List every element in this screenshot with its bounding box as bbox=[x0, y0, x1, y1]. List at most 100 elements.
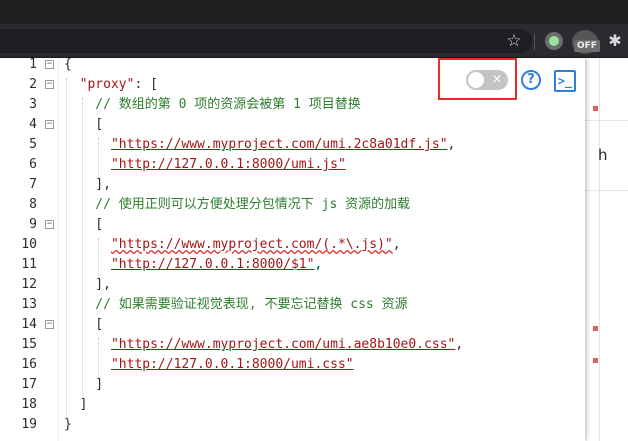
code-line: 19} bbox=[0, 415, 585, 435]
code-line: 15 "https://www.myproject.com/umi.ae8b10… bbox=[0, 335, 585, 355]
code-text: } bbox=[64, 415, 72, 435]
code-token: "http://127.0.0.1:8000/$1" bbox=[110, 257, 315, 272]
code-line: 5 "https://www.myproject.com/umi.2c8a01d… bbox=[0, 135, 585, 155]
status-dot-icon bbox=[549, 36, 559, 46]
code-token: [ bbox=[64, 317, 104, 332]
browser-toolbar: ☆ ✱ bbox=[0, 24, 628, 58]
code-token: "proxy" bbox=[64, 77, 135, 92]
code-text: "proxy": [ bbox=[64, 75, 158, 95]
code-token: { bbox=[64, 58, 72, 72]
code-text: // 使用正则可以方便处理分包情况下 js 资源的加载 bbox=[64, 195, 410, 215]
line-number: 5 bbox=[29, 137, 37, 152]
code-text: // 如果需要验证视觉表现, 不要忘记替换 css 资源 bbox=[64, 295, 407, 315]
line-number: 14 bbox=[21, 317, 37, 332]
fold-toggle-icon[interactable]: − bbox=[45, 120, 54, 129]
scroll-marker bbox=[593, 326, 598, 331]
code-token: ], bbox=[64, 277, 111, 292]
extension-status-icon[interactable] bbox=[545, 32, 563, 50]
help-icon[interactable]: ? bbox=[521, 70, 541, 90]
code-token: "https://www.myproject.com/(.*\.js)" bbox=[110, 237, 393, 252]
code-text: "http://127.0.0.1:8000/$1", bbox=[64, 255, 322, 275]
fold-toggle-icon[interactable]: − bbox=[45, 220, 54, 229]
code-token: "http://127.0.0.1:8000/umi.css" bbox=[110, 357, 354, 372]
code-line: 17 ] bbox=[0, 375, 585, 395]
code-text: "https://www.myproject.com/umi.2c8a01df.… bbox=[64, 135, 455, 155]
scroll-marker bbox=[593, 358, 598, 363]
code-token: "https://www.myproject.com/umi.2c8a01df.… bbox=[110, 137, 448, 152]
line-number: 11 bbox=[21, 257, 37, 272]
code-token: ] bbox=[64, 377, 104, 392]
code-token: ], bbox=[64, 177, 111, 192]
line-number: 10 bbox=[21, 237, 37, 252]
toolbar-divider bbox=[534, 34, 535, 50]
scroll-marker bbox=[593, 106, 598, 111]
code-token: , bbox=[447, 137, 456, 152]
code-token: "https://www.myproject.com/umi.ae8b10e0.… bbox=[110, 337, 456, 352]
code-token: "http://127.0.0.1:8000/umi.js" bbox=[110, 157, 346, 172]
terminal-icon[interactable]: >_ bbox=[554, 70, 576, 92]
close-icon: × bbox=[491, 72, 503, 87]
code-text: ], bbox=[64, 175, 111, 195]
browser-titlebar bbox=[0, 0, 628, 24]
code-line: 13 // 如果需要验证视觉表现, 不要忘记替换 css 资源 bbox=[0, 295, 585, 315]
code-token: , bbox=[314, 257, 323, 272]
code-line: 12 ], bbox=[0, 275, 585, 295]
code-token: [ bbox=[64, 117, 104, 132]
code-line: 6 "http://127.0.0.1:8000/umi.js" bbox=[0, 155, 585, 175]
code-token: , bbox=[392, 237, 401, 252]
code-line: 7 ], bbox=[0, 175, 585, 195]
code-text: { bbox=[64, 58, 72, 75]
line-number: 4 bbox=[29, 117, 37, 132]
code-text: "http://127.0.0.1:8000/umi.js" bbox=[64, 155, 346, 175]
line-number: 6 bbox=[29, 157, 37, 172]
line-number: 16 bbox=[21, 357, 37, 372]
code-line: 14− [ bbox=[0, 315, 585, 335]
proxy-toggle-switch[interactable]: × bbox=[466, 70, 508, 90]
line-number: 1 bbox=[29, 58, 37, 72]
toggle-knob bbox=[468, 72, 484, 88]
code-text: "https://www.myproject.com/(.*\.js)", bbox=[64, 235, 401, 255]
fold-toggle-icon[interactable]: − bbox=[45, 60, 54, 69]
code-token: // 数组的第 0 项的资源会被第 1 项目替换 bbox=[64, 97, 361, 112]
code-text: [ bbox=[64, 215, 103, 235]
code-line: 11 "http://127.0.0.1:8000/$1", bbox=[0, 255, 585, 275]
extension-off-badge: OFF bbox=[574, 40, 600, 52]
code-text: "http://127.0.0.1:8000/umi.css" bbox=[64, 355, 354, 375]
line-number: 15 bbox=[21, 337, 37, 352]
line-number: 2 bbox=[29, 77, 37, 92]
line-number: 18 bbox=[21, 397, 37, 412]
extension-popup: 1−{2− "proxy": [3 // 数组的第 0 项的资源会被第 1 项目… bbox=[0, 58, 585, 441]
code-text: [ bbox=[64, 115, 103, 135]
fold-toggle-icon[interactable]: − bbox=[45, 320, 54, 329]
code-text: [ bbox=[64, 315, 103, 335]
code-token: [ bbox=[64, 217, 104, 232]
background-page: h bbox=[585, 58, 628, 441]
code-line: 16 "http://127.0.0.1:8000/umi.css" bbox=[0, 355, 585, 375]
background-text: h bbox=[598, 146, 608, 164]
code-line: 10 "https://www.myproject.com/(.*\.js)", bbox=[0, 235, 585, 255]
extensions-puzzle-icon[interactable]: ✱ bbox=[604, 29, 626, 53]
address-bar[interactable] bbox=[0, 29, 532, 53]
code-text: ], bbox=[64, 275, 111, 295]
fold-toggle-icon[interactable]: − bbox=[45, 80, 54, 89]
code-token: : [ bbox=[134, 77, 158, 92]
code-text: "https://www.myproject.com/umi.ae8b10e0.… bbox=[64, 335, 463, 355]
code-token: } bbox=[64, 417, 72, 432]
bookmark-star-icon[interactable]: ☆ bbox=[503, 29, 525, 53]
background-scrollbar[interactable] bbox=[599, 58, 600, 441]
line-number: 8 bbox=[29, 197, 37, 212]
code-text: ] bbox=[64, 395, 88, 415]
json-editor[interactable]: 1−{2− "proxy": [3 // 数组的第 0 项的资源会被第 1 项目… bbox=[0, 58, 585, 441]
code-token: ] bbox=[64, 397, 88, 412]
code-line: 4− [ bbox=[0, 115, 585, 135]
code-line: 9− [ bbox=[0, 215, 585, 235]
code-text: ] bbox=[64, 375, 103, 395]
line-number: 12 bbox=[21, 277, 37, 292]
code-line: 18 ] bbox=[0, 395, 585, 415]
